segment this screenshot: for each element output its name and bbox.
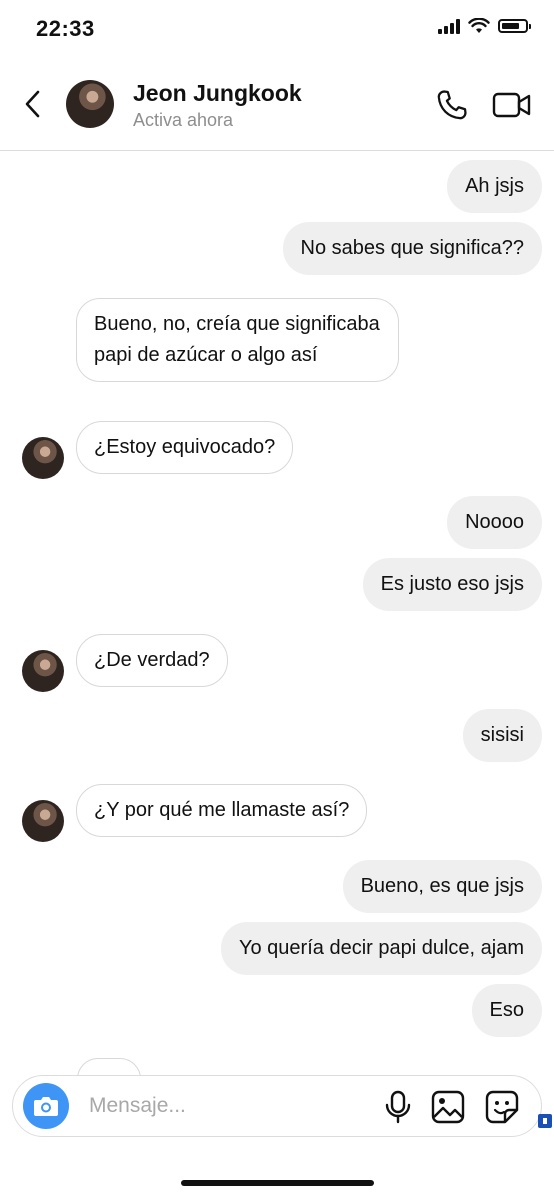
contact-avatar[interactable]	[66, 80, 114, 128]
camera-icon	[34, 1097, 58, 1116]
back-button[interactable]	[18, 86, 48, 122]
video-camera-icon	[492, 92, 531, 118]
message-input[interactable]	[89, 1091, 359, 1121]
outgoing-message[interactable]: Eso	[471, 984, 542, 1037]
cellular-signal-icon	[438, 18, 460, 34]
home-indicator[interactable]	[181, 1180, 374, 1186]
status-bar: 22:33	[0, 0, 554, 60]
chevron-left-icon	[25, 90, 40, 118]
sender-avatar	[22, 800, 64, 842]
outgoing-message[interactable]: Bueno, es que jsjs	[342, 860, 542, 913]
microphone-button[interactable]	[383, 1090, 413, 1124]
message-composer	[12, 1075, 542, 1137]
sticker-button[interactable]	[485, 1090, 519, 1124]
status-icons	[438, 18, 531, 34]
contact-name[interactable]: Jeon Jungkook	[133, 80, 302, 107]
phone-icon	[437, 90, 467, 120]
contact-status: Activa ahora	[133, 110, 234, 130]
incoming-message[interactable]: ¿Y por qué me llamaste así?	[76, 784, 368, 837]
chat-header: Jeon Jungkook Activa ahora	[0, 60, 554, 151]
battery-icon	[498, 19, 531, 33]
camera-button[interactable]	[23, 1083, 69, 1129]
sender-avatar	[22, 650, 64, 692]
outgoing-message[interactable]: Es justo eso jsjs	[362, 558, 542, 611]
sticker-icon	[485, 1090, 519, 1124]
incoming-message[interactable]: Bueno, no, creía que significaba papi de…	[76, 298, 399, 382]
voice-call-button[interactable]	[435, 88, 469, 122]
microphone-icon	[385, 1090, 411, 1124]
incoming-message[interactable]: ¿Estoy equivocado?	[76, 421, 294, 474]
gallery-button[interactable]	[431, 1090, 465, 1124]
image-icon	[431, 1090, 465, 1124]
keyboard-badge-icon	[538, 1114, 552, 1128]
outgoing-message[interactable]: No sabes que significa??	[282, 222, 542, 275]
outgoing-message[interactable]: Yo quería decir papi dulce, ajam	[221, 922, 542, 975]
outgoing-message[interactable]: Ah jsjs	[447, 160, 542, 213]
status-time: 22:33	[36, 16, 95, 41]
battery-level	[502, 23, 519, 29]
outgoing-message[interactable]: sisisi	[462, 709, 542, 762]
wifi-icon	[468, 18, 490, 33]
sender-avatar	[22, 437, 64, 479]
incoming-message[interactable]: ¿De verdad?	[76, 634, 228, 687]
outgoing-message[interactable]: Noooo	[447, 496, 542, 549]
video-call-button[interactable]	[492, 90, 532, 120]
